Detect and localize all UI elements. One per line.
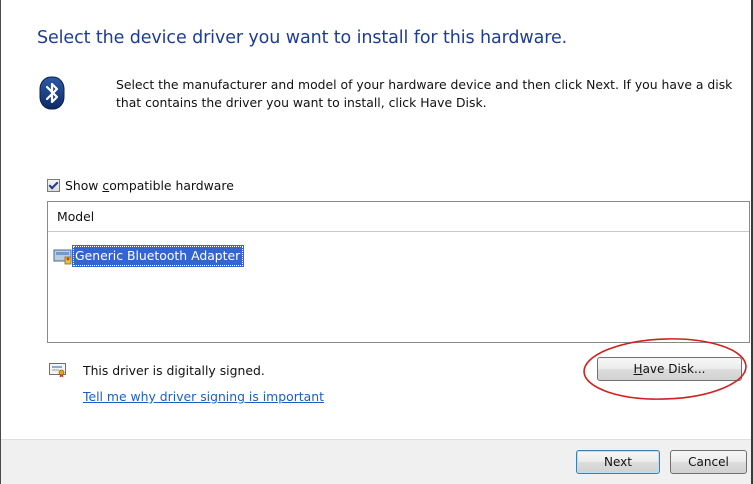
signing-status-text: This driver is digitally signed. [83,363,265,378]
list-item[interactable]: Generic Bluetooth Adapter [53,245,245,267]
next-button[interactable]: Next [576,450,660,474]
model-item-label[interactable]: Generic Bluetooth Adapter [72,245,245,267]
compat-label-prefix: Show [65,178,103,193]
model-list[interactable]: Model Generic Bluetooth Adapter [47,201,750,343]
driver-install-dialog: Select the device driver you want to ins… [0,0,753,484]
checkbox-checked-icon[interactable] [47,179,60,192]
model-column-header[interactable]: Model [48,202,749,232]
show-compatible-label: Show compatible hardware [65,178,234,193]
bluetooth-icon [39,76,65,110]
compat-label-suffix: ompatible hardware [109,178,234,193]
show-compatible-hardware-checkbox[interactable]: Show compatible hardware [47,178,234,193]
hardware-icon [53,249,72,265]
have-disk-button[interactable]: Have Disk... [597,357,742,381]
driver-signing-link[interactable]: Tell me why driver signing is important [83,389,324,404]
instructions-text: Select the manufacturer and model of you… [116,77,733,110]
have-disk-label: ave Disk... [642,362,706,376]
certificate-icon [49,363,66,378]
cancel-button[interactable]: Cancel [670,450,747,474]
page-title: Select the device driver you want to ins… [37,28,568,48]
window-border-left [0,0,1,484]
have-disk-accel: H [633,362,643,376]
